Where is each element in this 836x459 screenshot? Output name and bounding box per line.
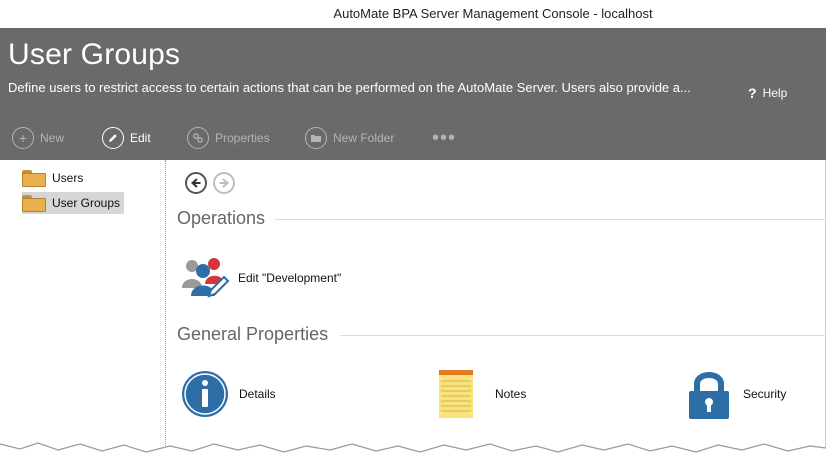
navigation-buttons [185, 172, 235, 194]
edit-label: Edit [130, 131, 151, 145]
property-label: Notes [495, 387, 527, 401]
edit-group-operation[interactable]: Edit "Development" [180, 254, 341, 302]
property-label: Details [239, 387, 276, 401]
more-button[interactable]: ••• [432, 123, 456, 153]
page-header: User Groups Define users to restrict acc… [0, 28, 826, 160]
general-properties-heading: General Properties [177, 324, 329, 344]
new-label: New [40, 131, 65, 145]
folder-icon [305, 127, 327, 149]
plus-icon: + [12, 127, 34, 149]
tree-item-label: Users [52, 171, 84, 185]
divider [275, 219, 826, 220]
question-mark-icon: ? [748, 85, 757, 101]
toolbar: + New Edit Properties New Folder ••• [0, 123, 500, 153]
forward-arrow-icon[interactable] [213, 172, 235, 194]
page-title: User Groups [8, 38, 181, 71]
properties-button[interactable]: Properties [187, 123, 270, 153]
tree-item-users[interactable]: Users [22, 167, 87, 189]
app-window: AutoMate BPA Server Management Console -… [0, 0, 826, 448]
back-arrow-icon[interactable] [185, 172, 207, 194]
gears-icon [187, 127, 209, 149]
tree-item-user-groups[interactable]: User Groups [22, 192, 125, 214]
window-title: AutoMate BPA Server Management Console -… [333, 6, 653, 21]
torn-edge [0, 442, 836, 459]
folder-tree: Users User Groups [0, 160, 166, 448]
info-icon [181, 370, 229, 418]
more-dots-icon: ••• [432, 126, 457, 149]
divider [340, 335, 826, 336]
notes-property[interactable]: Notes [437, 370, 526, 418]
title-bar: AutoMate BPA Server Management Console -… [0, 0, 826, 28]
help-label: Help [762, 86, 788, 100]
new-folder-label: New Folder [333, 131, 395, 145]
help-button[interactable]: ? Help [748, 85, 787, 101]
security-property[interactable]: Security [685, 370, 787, 419]
tree-item-label: User Groups [52, 196, 121, 210]
properties-label: Properties [215, 131, 270, 145]
edit-button[interactable]: Edit [102, 123, 151, 153]
operation-label: Edit "Development" [238, 271, 342, 285]
details-property[interactable]: Details [181, 370, 276, 418]
page-description: Define users to restrict access to certa… [8, 80, 691, 95]
folder-icon [22, 169, 46, 187]
notepad-icon [437, 370, 485, 418]
edit-users-icon [180, 254, 230, 302]
operations-heading: Operations [177, 208, 266, 228]
folder-icon [22, 194, 46, 212]
pencil-icon [102, 127, 124, 149]
padlock-icon [685, 370, 733, 419]
property-label: Security [743, 387, 787, 401]
new-folder-button[interactable]: New Folder [305, 123, 394, 153]
new-button[interactable]: + New [12, 123, 64, 153]
main-panel: Operations Edit "Development" General Pr… [167, 160, 826, 448]
